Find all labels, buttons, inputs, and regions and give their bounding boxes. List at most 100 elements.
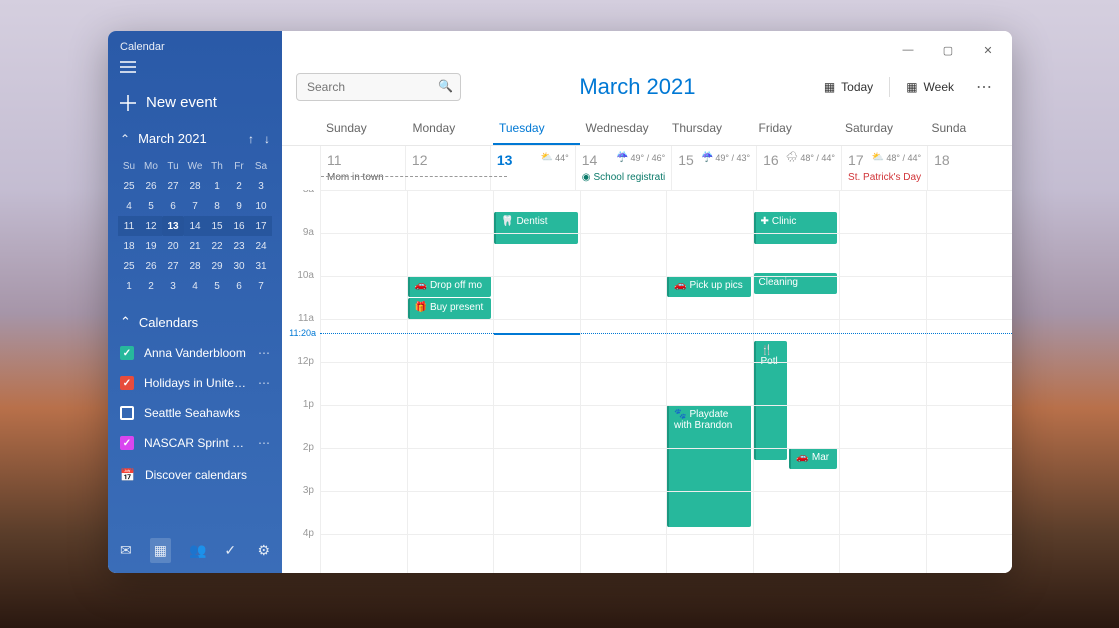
mini-cal-day[interactable]: 14: [184, 216, 206, 236]
allday-event[interactable]: Mom in town: [327, 172, 399, 183]
calendar-event[interactable]: 🎁Buy present: [408, 298, 492, 319]
mini-cal-day[interactable]: 9: [228, 196, 250, 216]
date-cell[interactable]: 18: [927, 146, 1012, 190]
mini-cal-day[interactable]: 28: [184, 256, 206, 276]
calendar-checkbox[interactable]: [120, 406, 134, 420]
mini-cal-day[interactable]: 7: [184, 196, 206, 216]
day-column[interactable]: [926, 190, 1013, 573]
calendar-more-icon[interactable]: ⋯: [258, 376, 270, 390]
maximize-button[interactable]: ▢: [930, 37, 966, 63]
calendar-icon[interactable]: ▦: [150, 538, 171, 563]
day-header[interactable]: Saturday: [839, 113, 926, 145]
date-cell[interactable]: 15☔ 49° / 43°: [671, 146, 756, 190]
allday-event[interactable]: ◉ School registrati: [582, 172, 665, 183]
mini-cal-day[interactable]: 2: [228, 176, 250, 196]
todo-icon[interactable]: ✓: [224, 542, 236, 559]
mini-cal-day[interactable]: 3: [162, 276, 184, 296]
mini-cal-day[interactable]: 17: [250, 216, 272, 236]
day-header[interactable]: Monday: [407, 113, 494, 145]
mini-cal-day[interactable]: 1: [118, 276, 140, 296]
calendar-item[interactable]: Anna Vanderbloom⋯: [120, 338, 270, 368]
day-column[interactable]: 🦷Dentist: [493, 190, 580, 573]
mini-cal-day[interactable]: 25: [118, 176, 140, 196]
day-column[interactable]: 🚗Drop off mo🎁Buy present: [407, 190, 494, 573]
new-event-button[interactable]: New event: [108, 86, 282, 125]
date-cell[interactable]: 13⛅ 44°: [490, 146, 575, 190]
day-header[interactable]: Thursday: [666, 113, 753, 145]
mini-cal-day[interactable]: 11: [118, 216, 140, 236]
mini-cal-day[interactable]: 23: [228, 236, 250, 256]
mini-cal-day[interactable]: 7: [250, 276, 272, 296]
calendar-grid[interactable]: 8a9a10a11a12p1p2p3p4p 🚗Drop off mo🎁Buy p…: [282, 190, 1012, 573]
next-month-icon[interactable]: ↓: [264, 132, 270, 146]
calendar-event[interactable]: ✚Clinic: [754, 212, 838, 244]
mini-cal-day[interactable]: 5: [140, 196, 162, 216]
calendar-checkbox[interactable]: [120, 376, 134, 390]
mini-cal-day[interactable]: 18: [118, 236, 140, 256]
mini-cal-day[interactable]: 31: [250, 256, 272, 276]
calendar-event[interactable]: 🐾Playdate with Brandon: [667, 405, 751, 527]
collapse-month-icon[interactable]: ⌃: [120, 132, 130, 146]
minimize-button[interactable]: —: [890, 37, 926, 63]
calendar-item[interactable]: NASCAR Sprint Cup⋯: [120, 428, 270, 458]
mini-cal-day[interactable]: 30: [228, 256, 250, 276]
date-cell[interactable]: 11Mom in town: [320, 146, 405, 190]
mini-cal-day[interactable]: 8: [206, 196, 228, 216]
date-cell[interactable]: 14☔ 49° / 46°◉ School registrati: [575, 146, 671, 190]
date-cell[interactable]: 17⛅ 48° / 44°St. Patrick's Day: [841, 146, 927, 190]
calendar-checkbox[interactable]: [120, 346, 134, 360]
date-cell[interactable]: 16🌧 48° / 44°: [756, 146, 841, 190]
day-header[interactable]: Wednesday: [580, 113, 667, 145]
mini-cal-day[interactable]: 6: [162, 196, 184, 216]
day-column[interactable]: [839, 190, 926, 573]
mini-cal-day[interactable]: 13: [162, 216, 184, 236]
mini-cal-day[interactable]: 22: [206, 236, 228, 256]
mini-cal-day[interactable]: 6: [228, 276, 250, 296]
day-header[interactable]: Friday: [753, 113, 840, 145]
mini-cal-day[interactable]: 16: [228, 216, 250, 236]
mini-cal-day[interactable]: 26: [140, 176, 162, 196]
week-button[interactable]: ▦ Week: [896, 74, 964, 100]
mini-cal-day[interactable]: 29: [206, 256, 228, 276]
mini-cal-day[interactable]: 3: [250, 176, 272, 196]
mini-cal-day[interactable]: 2: [140, 276, 162, 296]
day-column[interactable]: [320, 190, 407, 573]
mini-cal-day[interactable]: 10: [250, 196, 272, 216]
day-column[interactable]: [580, 190, 667, 573]
discover-calendars-button[interactable]: 📅 Discover calendars: [108, 458, 282, 492]
mini-cal-day[interactable]: 12: [140, 216, 162, 236]
mini-cal-day[interactable]: 26: [140, 256, 162, 276]
mini-cal-day[interactable]: 19: [140, 236, 162, 256]
mini-cal-day[interactable]: 15: [206, 216, 228, 236]
calendar-item[interactable]: Holidays in United States⋯: [120, 368, 270, 398]
allday-event[interactable]: St. Patrick's Day: [848, 172, 921, 183]
calendar-more-icon[interactable]: ⋯: [258, 436, 270, 450]
close-button[interactable]: ✕: [970, 37, 1006, 63]
calendar-more-icon[interactable]: ⋯: [258, 346, 270, 360]
calendar-checkbox[interactable]: [120, 436, 134, 450]
hamburger-button[interactable]: [108, 57, 282, 86]
mini-cal-day[interactable]: 1: [206, 176, 228, 196]
mini-cal-day[interactable]: 4: [118, 196, 140, 216]
mini-cal-day[interactable]: 28: [184, 176, 206, 196]
day-column[interactable]: 🚗Pick up pics 🐾Playdate with Brandon: [666, 190, 753, 573]
search-icon[interactable]: 🔍: [438, 79, 453, 93]
calendar-event[interactable]: 🦷Dentist: [494, 212, 578, 244]
calendar-event[interactable]: 🚗Mar: [789, 448, 837, 469]
calendar-item[interactable]: Seattle Seahawks: [120, 398, 270, 428]
calendar-event[interactable]: 🍴Potl: [754, 341, 788, 460]
day-header[interactable]: Sunda: [926, 113, 1013, 145]
settings-icon[interactable]: ⚙: [257, 542, 270, 559]
calendars-header[interactable]: ⌃ Calendars: [108, 306, 282, 338]
mini-cal-day[interactable]: 25: [118, 256, 140, 276]
search-input[interactable]: [296, 73, 461, 101]
day-header[interactable]: Tuesday: [493, 113, 580, 145]
mini-cal-day[interactable]: 20: [162, 236, 184, 256]
calendar-event[interactable]: 🚗Pick up pics: [667, 276, 751, 297]
day-header[interactable]: Sunday: [320, 113, 407, 145]
more-button[interactable]: ⋯: [970, 71, 998, 103]
mini-cal-day[interactable]: 27: [162, 176, 184, 196]
mini-cal-day[interactable]: 5: [206, 276, 228, 296]
date-cell[interactable]: 12: [405, 146, 490, 190]
day-column[interactable]: ✚ClinicCleaning🍴Potl🚗Mar: [753, 190, 840, 573]
